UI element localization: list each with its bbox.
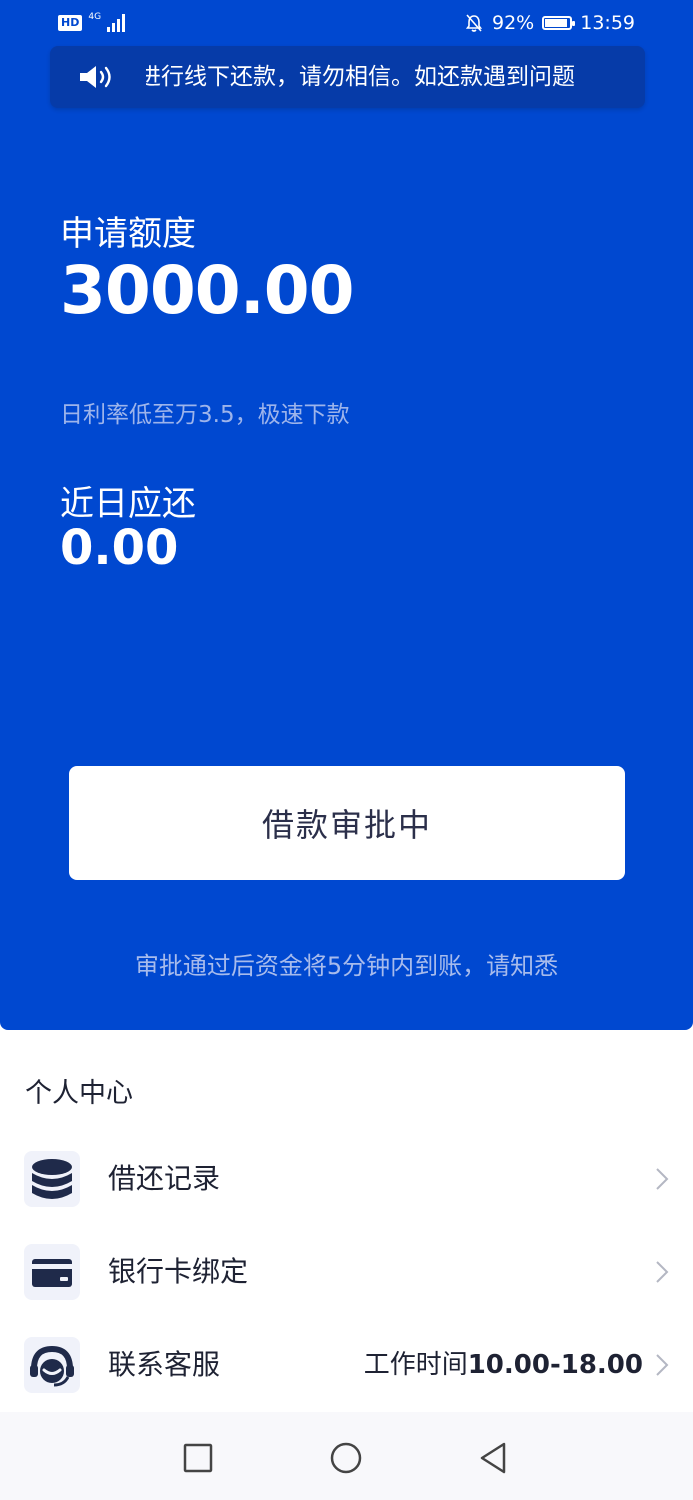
service-hours-value: 10.00-18.00: [467, 1350, 643, 1380]
database-stack-icon: [32, 1159, 72, 1199]
menu-item-bank-card[interactable]: 银行卡绑定: [0, 1236, 693, 1308]
icon-tile: [24, 1244, 80, 1300]
headset-icon: [30, 1345, 74, 1387]
quota-label: 申请额度: [60, 214, 196, 254]
icon-tile: [24, 1151, 80, 1207]
menu-item-customer-service[interactable]: 联系客服 工作时间10.00-18.00: [0, 1329, 693, 1401]
personal-center-title: 个人中心: [25, 1078, 133, 1109]
clock: 13:59: [580, 12, 635, 34]
due-label: 近日应还: [60, 484, 196, 524]
icon-tile: [24, 1337, 80, 1393]
signal-icon: [107, 14, 126, 32]
approval-hint: 审批通过后资金将5分钟内到账，请知悉: [134, 952, 559, 980]
status-left: HD 4G: [58, 11, 126, 32]
service-hours: 工作时间10.00-18.00: [364, 1329, 643, 1401]
loan-status-button[interactable]: 借款审批中: [69, 766, 625, 880]
menu-item-loan-records[interactable]: 借还记录: [0, 1143, 693, 1215]
menu-item-label: 借还记录: [108, 1162, 221, 1195]
chevron-right-icon: [656, 1261, 669, 1283]
back-icon[interactable]: [476, 1440, 512, 1476]
bank-card-icon: [32, 1259, 72, 1287]
due-amount: 0.00: [60, 520, 179, 576]
service-hours-prefix: 工作时间: [363, 1350, 468, 1380]
notice-text: 进行线下还款，请勿相信。如还款遇到问题: [146, 64, 575, 90]
hd-indicator: HD: [58, 15, 83, 31]
menu-item-label: 联系客服: [108, 1348, 221, 1381]
system-nav-bar: [0, 1412, 693, 1500]
battery-percent: 92%: [492, 12, 535, 34]
battery-icon: [542, 16, 576, 30]
recent-apps-icon[interactable]: [180, 1440, 216, 1476]
notice-text-viewport: 进行线下还款，请勿相信。如还款遇到问题: [146, 46, 623, 108]
home-icon[interactable]: [328, 1440, 364, 1476]
chevron-right-icon: [656, 1168, 669, 1190]
network-type: 4G: [88, 11, 102, 22]
quota-amount: 3000.00: [60, 252, 355, 329]
notice-banner[interactable]: 进行线下还款，请勿相信。如还款遇到问题: [50, 46, 645, 108]
chevron-right-icon: [656, 1354, 669, 1376]
menu-item-label: 银行卡绑定: [108, 1255, 249, 1288]
rate-text: 日利率低至万3.5，极速下款: [60, 402, 350, 428]
status-right: 92% 13:59: [464, 12, 635, 34]
speaker-icon: [80, 66, 111, 88]
bell-muted-icon: [465, 14, 483, 32]
